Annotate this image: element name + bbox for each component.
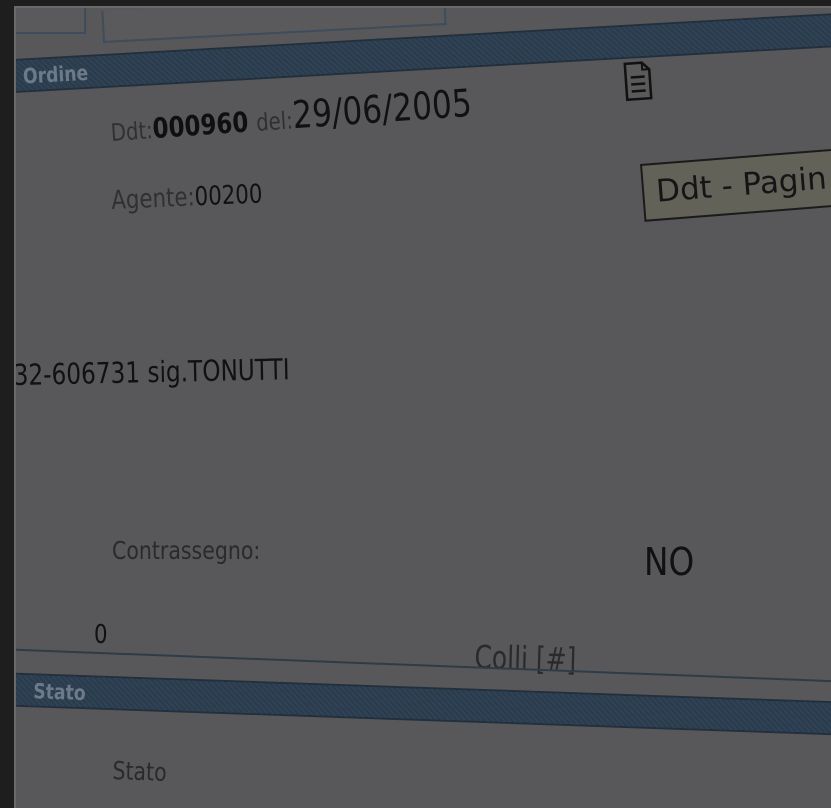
ddt-line: Ddt:000960 del:29/06/2005	[109, 81, 473, 150]
agente-line: Agente:00200	[111, 179, 263, 216]
screenshot-frame: Ordine Ddt:000960 del:29/06/2005 Agente:…	[0, 0, 831, 808]
contrassegno-label: Contrassegno:	[112, 536, 261, 565]
contact-text: 32-606731 sig.TONUTTI	[14, 352, 290, 392]
form-panel: Ordine Ddt:000960 del:29/06/2005 Agente:…	[14, 6, 831, 808]
colli-value[interactable]: 0	[94, 620, 108, 650]
top-tab-left[interactable]	[16, 8, 86, 34]
colli-label: Colli [#]	[474, 638, 577, 679]
agente-label: Agente:	[110, 182, 196, 216]
tooltip-ddt-pagina: Ddt - Pagin	[640, 142, 831, 222]
del-label: del:	[255, 106, 294, 137]
contrassegno-value: NO	[644, 540, 695, 584]
agente-value: 00200	[194, 179, 264, 213]
document-icon[interactable]	[622, 60, 655, 102]
section-header-stato: Stato	[16, 672, 831, 738]
ddt-number: 000960	[151, 105, 250, 146]
ddt-date: 29/06/2005	[290, 80, 474, 138]
section-title-ordine: Ordine	[22, 60, 89, 89]
stato-label: Stato	[112, 756, 168, 787]
ddt-label: Ddt:	[109, 116, 154, 148]
section-title-stato: Stato	[32, 679, 87, 706]
